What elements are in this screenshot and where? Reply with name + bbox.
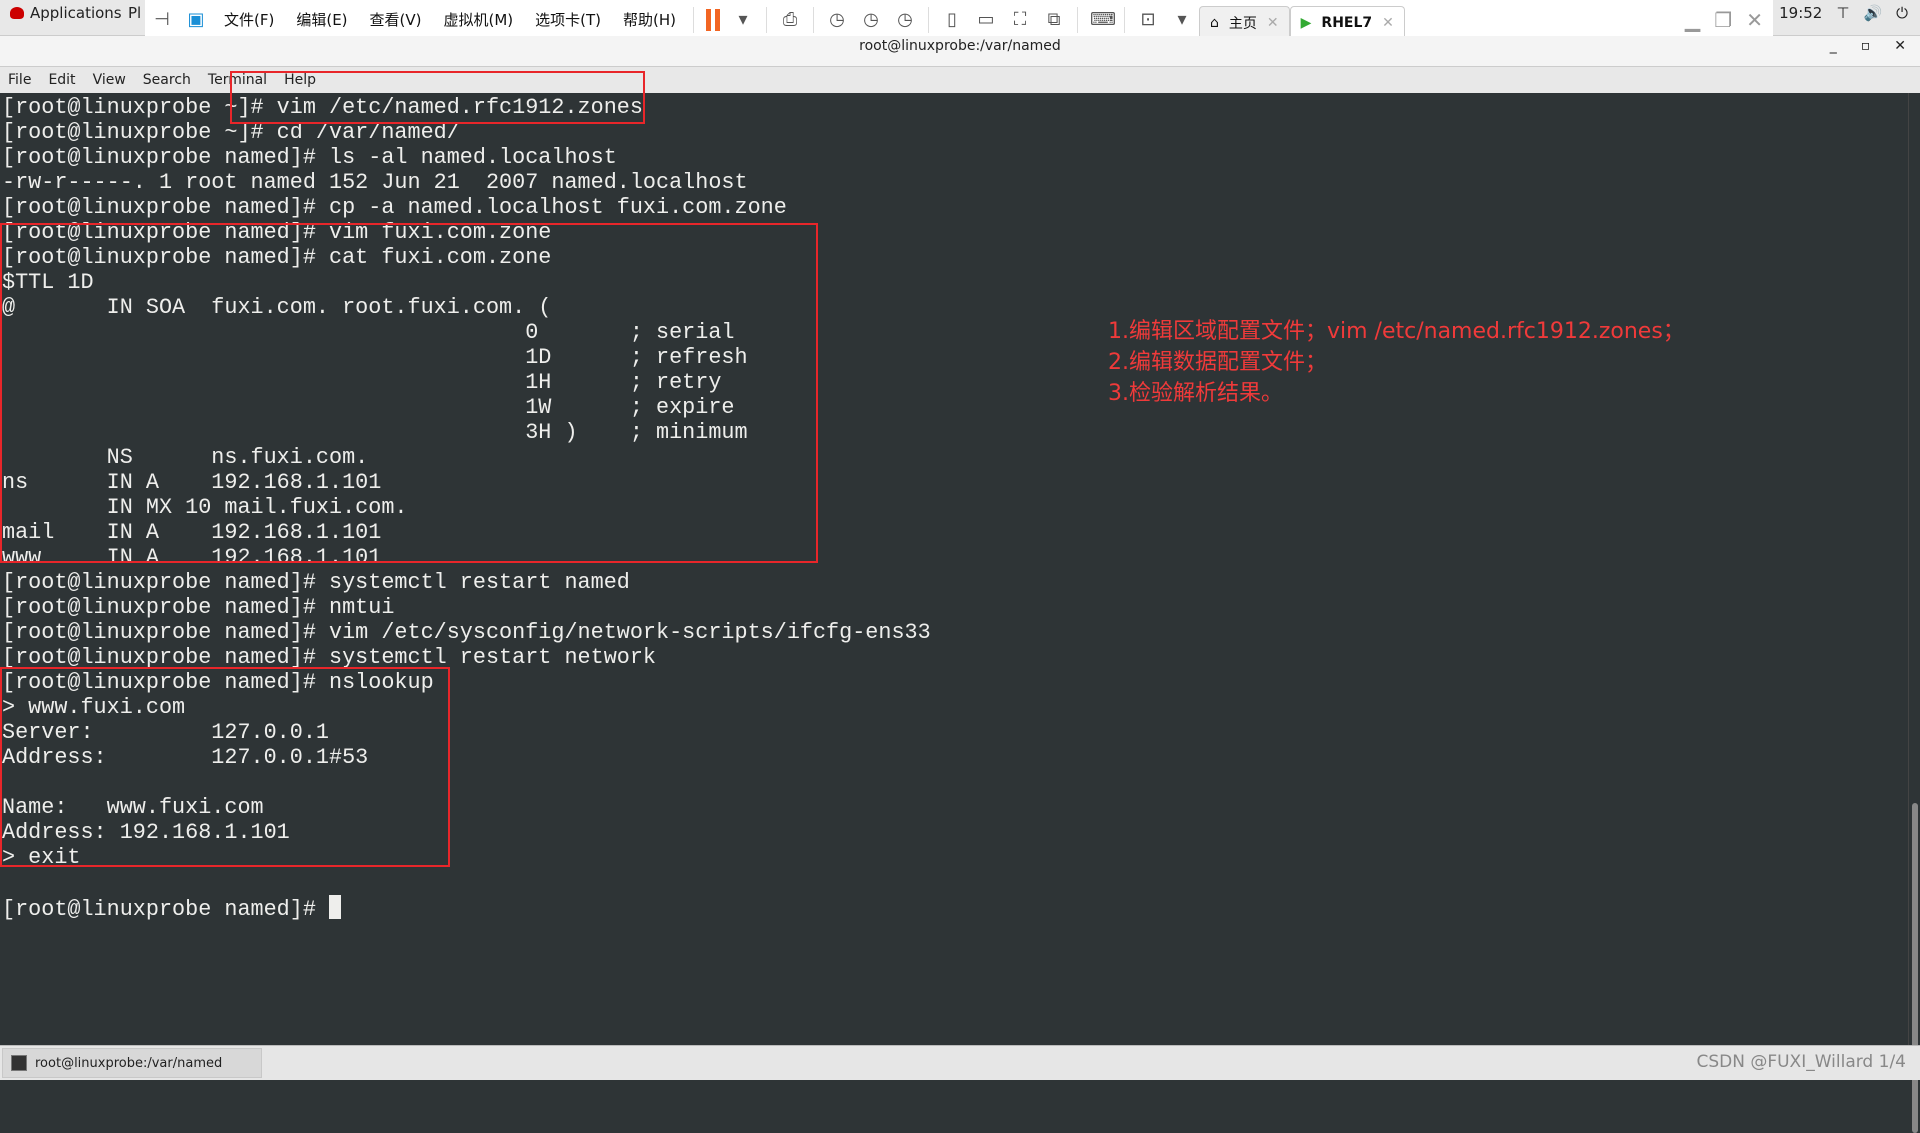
workspace-pager[interactable]: 1/4: [1879, 1052, 1906, 1072]
terminal-line: [root@linuxprobe named]# systemctl resta…: [2, 570, 630, 595]
close-icon[interactable]: ✕: [1746, 8, 1763, 32]
divider: [766, 6, 768, 33]
chevron-down-icon[interactable]: ▾: [1171, 9, 1193, 31]
menu-edit[interactable]: Edit: [48, 72, 75, 88]
snapshot-manager-icon[interactable]: ◷: [894, 9, 916, 31]
scrollbar[interactable]: [1908, 93, 1920, 1133]
restore-icon[interactable]: ❐: [1714, 8, 1732, 32]
menu-file[interactable]: File: [8, 72, 31, 88]
annotation-step-1: 1.编辑区域配置文件；vim /etc/named.rfc1912.zones；: [1108, 319, 1685, 344]
minimize-button[interactable]: _: [1830, 38, 1837, 54]
taskbar-item-terminal[interactable]: root@linuxprobe:/var/named: [2, 1048, 262, 1078]
thumbnail-icon[interactable]: ▭: [975, 9, 997, 31]
maximize-button[interactable]: ▫: [1861, 38, 1871, 54]
menu-help[interactable]: 帮助(H): [623, 9, 676, 30]
power-icon[interactable]: ⏻: [1896, 4, 1908, 22]
annotation-step-2: 2.编辑数据配置文件；: [1108, 350, 1327, 375]
places-menu[interactable]: Pl: [128, 4, 141, 22]
send-keys-icon[interactable]: ⎙: [779, 9, 801, 31]
stretch-icon[interactable]: ⊡: [1137, 9, 1159, 31]
snapshot-icon[interactable]: ◷: [826, 9, 848, 31]
terminal-icon: [11, 1055, 27, 1071]
highlight-box-nslookup: [0, 667, 450, 867]
clock: 19:52: [1779, 4, 1823, 22]
sidebar-icon[interactable]: ▯: [941, 9, 963, 31]
pause-icon[interactable]: [706, 8, 721, 31]
terminal-line: [root@linuxprobe named]# cp -a named.loc…: [2, 195, 787, 220]
system-tray: 19:52 ⊤ 🔊 ⏻: [1779, 4, 1908, 22]
divider: [928, 6, 930, 33]
close-icon[interactable]: ✕: [1267, 15, 1279, 31]
terminal-line: [root@linuxprobe named]# nmtui: [2, 595, 395, 620]
window-controls: _ ▫ ✕: [1830, 38, 1906, 54]
divider: [1124, 6, 1126, 33]
tab-home[interactable]: ⌂ 主页 ✕: [1199, 5, 1290, 40]
annotation: 1.编辑区域配置文件；vim /etc/named.rfc1912.zones；…: [1108, 316, 1685, 409]
redhat-icon: [10, 7, 24, 19]
close-icon[interactable]: ✕: [1382, 15, 1394, 31]
divider: [1077, 6, 1079, 33]
pin-icon[interactable]: ⊣: [151, 9, 173, 31]
scrollbar-thumb[interactable]: [1912, 803, 1918, 1133]
tab-rhel7[interactable]: ▶ RHEL7 ✕: [1289, 5, 1405, 40]
vmware-toolbar: ⊣ ▣ 文件(F) 编辑(E) 查看(V) 虚拟机(M) 选项卡(T) 帮助(H…: [145, 0, 1773, 40]
network-icon[interactable]: ⊤: [1836, 4, 1849, 22]
window-title: root@linuxprobe:/var/named: [859, 38, 1061, 54]
menu-edit[interactable]: 编辑(E): [296, 9, 347, 30]
vm-icon: ▶: [1300, 15, 1312, 31]
terminal-line: [root@linuxprobe named]# vim /etc/syscon…: [2, 620, 931, 645]
menu-tabs[interactable]: 选项卡(T): [535, 9, 601, 30]
console-icon[interactable]: ⌨: [1090, 9, 1116, 31]
minimize-icon[interactable]: ▁: [1685, 8, 1700, 32]
menu-file[interactable]: 文件(F): [224, 9, 274, 30]
terminal-titlebar: root@linuxprobe:/var/named _ ▫ ✕: [0, 36, 1920, 66]
terminal-line: [root@linuxprobe named]#: [0, 895, 1908, 922]
menu-view[interactable]: View: [93, 72, 126, 88]
watermark: CSDN @FUXI_Willard 1/4: [1696, 1052, 1906, 1072]
fullscreen-icon[interactable]: ⛶: [1009, 9, 1031, 31]
terminal-line: [root@linuxprobe named]# ls -al named.lo…: [2, 145, 617, 170]
divider: [693, 6, 695, 33]
revert-snapshot-icon[interactable]: ◷: [860, 9, 882, 31]
vmware-logo-icon: ▣: [187, 8, 205, 30]
highlight-box-zone-file: [0, 223, 818, 563]
menu-search[interactable]: Search: [143, 72, 191, 88]
menu-view[interactable]: 查看(V): [370, 9, 422, 30]
text-cursor: [329, 895, 342, 919]
volume-icon[interactable]: 🔊: [1863, 4, 1882, 22]
menu-vm[interactable]: 虚拟机(M): [444, 9, 514, 30]
terminal-line: -rw-r-----. 1 root named 152 Jun 21 2007…: [2, 170, 748, 195]
close-button[interactable]: ✕: [1894, 38, 1906, 54]
unity-icon[interactable]: ⧉: [1043, 9, 1065, 31]
highlight-box-zones: [230, 71, 645, 124]
divider: [813, 6, 815, 33]
applications-menu[interactable]: Applications: [10, 4, 122, 22]
vmware-window-controls: ▁ ❐ ✕: [1685, 8, 1763, 32]
annotation-step-3: 3.检验解析结果。: [1108, 381, 1283, 406]
taskbar: root@linuxprobe:/var/named CSDN @FUXI_Wi…: [0, 1045, 1920, 1080]
chevron-down-icon[interactable]: ▾: [732, 9, 754, 31]
home-icon: ⌂: [1210, 15, 1219, 31]
